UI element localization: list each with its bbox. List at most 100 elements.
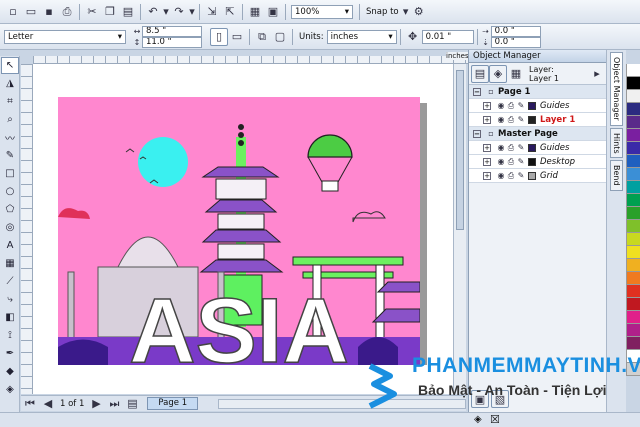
save-icon[interactable]: ▪ <box>40 3 58 21</box>
layer-color-swatch[interactable] <box>528 143 536 152</box>
collapse-icon[interactable]: + <box>483 157 491 166</box>
palette-swatch[interactable] <box>626 337 640 350</box>
basic-shapes-icon[interactable]: ◎ <box>1 219 19 236</box>
page-height-input[interactable]: 11.0 " <box>142 36 202 48</box>
flyout-arrow-icon[interactable]: ▸ <box>588 65 606 83</box>
welcome-screen-icon[interactable]: ▣ <box>264 3 282 21</box>
visibility-eye-icon[interactable]: ◉ <box>496 143 506 152</box>
tree-layer-row[interactable]: + ◉ ⎙ ✎ Guides <box>469 141 606 155</box>
editable-pencil-icon[interactable]: ✎ <box>516 171 526 180</box>
duplicate-y-input[interactable]: 0.0 " <box>490 36 541 48</box>
options-icon[interactable]: ⚙ <box>410 3 428 21</box>
layer-manager-view-icon[interactable]: ▦ <box>507 65 525 83</box>
undo-dropdown-icon[interactable]: ▾ <box>162 3 170 21</box>
eyedropper-icon[interactable]: ⟟ <box>1 327 19 344</box>
blend-tool-icon[interactable]: ◧ <box>1 309 19 326</box>
connector-tool-icon[interactable]: ⤷ <box>1 291 19 308</box>
snap-to-button[interactable]: Snap to <box>366 7 399 17</box>
table-tool-icon[interactable]: ▦ <box>1 255 19 272</box>
palette-swatch[interactable] <box>626 311 640 324</box>
layer-color-swatch[interactable] <box>528 157 536 166</box>
rectangle-tool-icon[interactable]: □ <box>1 165 19 182</box>
pick-tool-icon[interactable]: ↖ <box>1 57 19 74</box>
paste-icon[interactable]: ▤ <box>119 3 137 21</box>
collapse-icon[interactable]: − <box>473 129 481 138</box>
prev-page-icon[interactable]: ◀ <box>39 395 57 413</box>
cut-icon[interactable]: ✂ <box>83 3 101 21</box>
palette-swatch[interactable] <box>626 298 640 311</box>
polygon-tool-icon[interactable]: ⬠ <box>1 201 19 218</box>
horizontal-ruler[interactable] <box>33 56 468 64</box>
palette-swatch[interactable] <box>626 272 640 285</box>
visibility-eye-icon[interactable]: ◉ <box>496 101 506 110</box>
ellipse-tool-icon[interactable]: ○ <box>1 183 19 200</box>
palette-swatch[interactable] <box>626 285 640 298</box>
dimension-tool-icon[interactable]: ⟋ <box>1 273 19 290</box>
scroll-thumb[interactable] <box>456 70 464 230</box>
palette-swatch[interactable] <box>626 324 640 337</box>
units-select[interactable]: inches ▾ <box>326 29 397 44</box>
palette-swatch[interactable] <box>626 77 640 90</box>
printable-icon[interactable]: ⎙ <box>506 171 516 181</box>
text-tool-icon[interactable]: A <box>1 237 19 254</box>
vertical-ruler[interactable] <box>21 64 33 394</box>
layer-color-swatch[interactable] <box>528 115 536 124</box>
palette-swatch[interactable] <box>626 220 640 233</box>
palette-swatch[interactable] <box>626 129 640 142</box>
import-icon[interactable]: ⇲ <box>203 3 221 21</box>
all-pages-icon[interactable]: ⧉ <box>253 28 271 46</box>
tree-layer-row[interactable]: + ◉ ⎙ ✎ Grid <box>469 169 606 183</box>
first-page-icon[interactable]: ⏮ <box>21 395 39 413</box>
tab-bend[interactable]: Bend <box>610 160 623 191</box>
palette-swatch[interactable] <box>626 259 640 272</box>
outline-none-icon[interactable]: ☒ <box>490 413 500 426</box>
palette-swatch[interactable] <box>626 181 640 194</box>
application-launcher-icon[interactable]: ▦ <box>246 3 264 21</box>
tab-hints[interactable]: Hints <box>610 127 623 159</box>
layer-color-swatch[interactable] <box>528 171 536 180</box>
nudge-distance-input[interactable]: 0.01 " <box>421 29 474 44</box>
palette-swatch[interactable] <box>626 155 640 168</box>
snap-dropdown-icon[interactable]: ▾ <box>402 3 410 21</box>
next-page-icon[interactable]: ▶ <box>87 395 105 413</box>
palette-swatch[interactable] <box>626 103 640 116</box>
smart-fill-icon[interactable]: ✎ <box>1 147 19 164</box>
duplicate-x-input[interactable]: 0.0 " <box>490 25 541 37</box>
collapse-icon[interactable]: + <box>483 171 491 180</box>
print-icon[interactable]: ⎙ <box>58 3 76 21</box>
tree-layer-row[interactable]: + ◉ ⎙ ✎ Guides <box>469 99 606 113</box>
outline-pen-icon[interactable]: ✒ <box>1 345 19 362</box>
zoom-level-select[interactable]: 100% ▾ <box>291 4 353 19</box>
tree-page-node[interactable]: − ▫ Page 1 <box>469 85 606 99</box>
edit-across-layers-icon[interactable]: ◈ <box>489 64 507 83</box>
visibility-eye-icon[interactable]: ◉ <box>496 157 506 166</box>
palette-swatch[interactable] <box>626 168 640 181</box>
palette-swatch[interactable] <box>626 116 640 129</box>
editable-pencil-icon[interactable]: ✎ <box>516 115 526 124</box>
last-page-icon[interactable]: ⏭ <box>105 395 123 413</box>
collapse-icon[interactable]: − <box>473 87 481 96</box>
open-icon[interactable]: ▭ <box>22 3 40 21</box>
printable-icon[interactable]: ⎙ <box>506 157 516 167</box>
crop-tool-icon[interactable]: ⌗ <box>1 93 19 110</box>
editable-pencil-icon[interactable]: ✎ <box>516 101 526 110</box>
redo-icon[interactable]: ↷ <box>170 3 188 21</box>
landscape-icon[interactable]: ▭ <box>228 28 246 46</box>
printable-icon[interactable]: ⎙ <box>506 115 516 125</box>
fill-tool-icon[interactable]: ◆ <box>1 363 19 380</box>
current-page-icon[interactable]: ▢ <box>271 28 289 46</box>
tree-layer-row[interactable]: + ◉ ⎙ ✎ Desktop <box>469 155 606 169</box>
editable-pencil-icon[interactable]: ✎ <box>516 143 526 152</box>
palette-swatch[interactable] <box>626 90 640 103</box>
palette-swatch[interactable] <box>626 246 640 259</box>
visibility-eye-icon[interactable]: ◉ <box>496 171 506 180</box>
palette-swatch[interactable] <box>626 64 640 77</box>
zoom-tool-icon[interactable]: ⌕ <box>1 111 19 128</box>
redo-dropdown-icon[interactable]: ▾ <box>188 3 196 21</box>
show-properties-icon[interactable]: ▤ <box>471 64 489 83</box>
palette-swatch[interactable] <box>626 233 640 246</box>
new-document-icon[interactable]: ▫ <box>4 3 22 21</box>
printable-icon[interactable]: ⎙ <box>506 143 516 153</box>
collapse-icon[interactable]: + <box>483 115 491 124</box>
fill-none-icon[interactable]: ◈ <box>474 414 482 425</box>
